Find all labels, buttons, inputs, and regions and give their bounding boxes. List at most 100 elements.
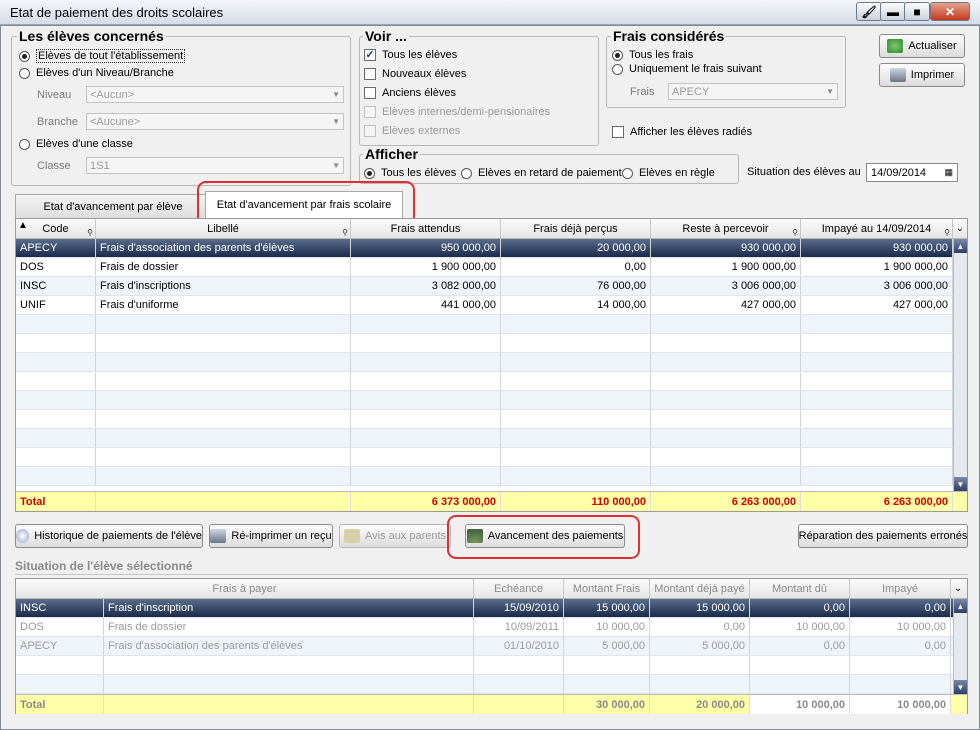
- empty-row: [16, 429, 953, 448]
- cell-montant-frais: 15 000,00: [564, 599, 650, 617]
- opt-tous-frais[interactable]: Tous les frais: [612, 49, 693, 61]
- opt-afficher-tous[interactable]: Tous les élèves: [364, 167, 456, 179]
- opt-frais-suivant[interactable]: Uniquement le frais suivant: [612, 63, 762, 75]
- cell-libelle: Frais de dossier: [104, 618, 474, 636]
- col-frais-percus[interactable]: Frais déjà perçus: [501, 219, 651, 238]
- cell-impaye: 0,00: [850, 637, 951, 655]
- classe-combo[interactable]: 1S1 ▼: [86, 157, 344, 174]
- printer-icon: [210, 529, 227, 543]
- cell-impaye: 3 006 000,00: [801, 277, 953, 295]
- situation-grid-body-wrap: INSC Frais d'inscription 15/09/2010 15 0…: [16, 599, 967, 694]
- table-row[interactable]: INSC Frais d'inscriptions 3 082 000,00 7…: [16, 277, 953, 296]
- eleves-group-title: Les élèves concernés: [17, 28, 166, 44]
- scroll-up-icon[interactable]: ▲: [954, 239, 967, 253]
- opt-eleves-niveau[interactable]: Elèves d'un Niveau/Branche: [19, 67, 174, 79]
- opt-afficher-regle[interactable]: Elèves en règle: [622, 167, 715, 179]
- opt-eleves-etablissement[interactable]: Elèves de tout l'établissement: [19, 49, 186, 63]
- frais-combo[interactable]: APECY ▼: [668, 83, 838, 100]
- scroll-down-icon[interactable]: ▼: [954, 477, 967, 491]
- cell-code: DOS: [16, 618, 104, 636]
- table-row[interactable]: APECY Frais d'association des parents d'…: [16, 239, 953, 258]
- chk-internes[interactable]: Elèves internes/demi-pensionaires: [364, 106, 550, 118]
- tab-par-eleve[interactable]: Etat d'avancement par élève: [15, 194, 211, 218]
- total-empty: [474, 695, 564, 714]
- col-frais-a-payer[interactable]: Frais à payer: [16, 579, 474, 598]
- reimprimer-button[interactable]: Ré-imprimer un reçu: [209, 524, 333, 548]
- refresh-icon: [887, 39, 904, 53]
- table-row[interactable]: DOS Frais de dossier 1 900 000,00 0,00 1…: [16, 258, 953, 277]
- sort-up-icon: ▲: [18, 220, 28, 231]
- highlight-avancement: [447, 515, 640, 559]
- actualiser-button[interactable]: Actualiser: [879, 34, 965, 58]
- col-echeance[interactable]: Echéance: [474, 579, 564, 598]
- col-impaye[interactable]: Impayé au 14/09/2014 ⚲: [801, 219, 953, 238]
- branche-combo[interactable]: <Aucune> ▼: [86, 113, 344, 130]
- situation-date-input[interactable]: 14/09/2014 ▦: [866, 163, 958, 182]
- cell-impaye: 1 900 000,00: [801, 258, 953, 276]
- frais-grid: ▲ Code ⚲ Libellé ⚲ Frais attendus Frais déj…: [15, 218, 968, 512]
- cell-code: APECY: [16, 239, 96, 257]
- chk-afficher-radies[interactable]: Afficher les élèves radiés: [612, 126, 752, 138]
- chk-externes[interactable]: Elèves externes: [364, 125, 460, 137]
- minimize-button[interactable]: ▬: [880, 2, 906, 21]
- niveau-label: Niveau: [37, 89, 72, 101]
- cell-code: INSC: [16, 599, 104, 617]
- chk-tous-eleves[interactable]: ✓ Tous les élèves: [364, 49, 457, 61]
- cell-code: DOS: [16, 258, 96, 276]
- situation-grid-scrollbar[interactable]: ▲ ▼: [953, 599, 967, 694]
- avis-parents-button[interactable]: Avis aux parents: [339, 524, 451, 548]
- col-libelle[interactable]: Libellé ⚲: [96, 219, 351, 238]
- chevron-down-icon: ▼: [332, 90, 340, 99]
- frais-label: Frais: [630, 86, 655, 98]
- cell-montant-paye: 5 000,00: [650, 637, 750, 655]
- maximize-button[interactable]: ■: [904, 2, 930, 21]
- chk-anciens-eleves[interactable]: Anciens élèves: [364, 87, 456, 99]
- cell-code: APECY: [16, 637, 104, 655]
- frais-grid-header: ▲ Code ⚲ Libellé ⚲ Frais attendus Frais déj…: [16, 219, 967, 239]
- col-montant-paye[interactable]: Montant déjà payé: [650, 579, 750, 598]
- total-impaye: 10 000,00: [850, 695, 951, 714]
- check-icon: ✓: [364, 49, 376, 61]
- title-bar: Etat de paiement des droits scolaires 🖌 …: [0, 0, 980, 25]
- empty-row: [16, 467, 953, 486]
- radio-icon: [612, 63, 623, 75]
- table-row[interactable]: DOS Frais de dossier 10/09/2011 10 000,0…: [16, 618, 953, 637]
- cell-libelle: Frais d'inscription: [104, 599, 474, 617]
- brush-icon[interactable]: 🖌: [856, 2, 882, 21]
- cell-echeance: 10/09/2011: [474, 618, 564, 636]
- opt-afficher-retard[interactable]: Elèves en retard de paiement: [461, 167, 622, 179]
- scroll-down-icon[interactable]: ▼: [954, 680, 967, 694]
- cell-code: UNIF: [16, 296, 96, 314]
- imprimer-button[interactable]: Imprimer: [879, 63, 965, 87]
- opt-eleves-classe[interactable]: Elèves d'une classe: [19, 138, 133, 150]
- col-code[interactable]: ▲ Code ⚲: [16, 219, 96, 238]
- historique-button[interactable]: Historique de paiements de l'élève: [15, 524, 203, 548]
- col-reste[interactable]: Reste à percevoir ⚲: [651, 219, 801, 238]
- checkbox-icon: [364, 87, 376, 99]
- situation-label: Situation des élèves au: [747, 166, 861, 178]
- radio-icon: [461, 167, 472, 179]
- frais-grid-scrollbar[interactable]: ▲ ▼: [953, 239, 967, 491]
- table-row[interactable]: INSC Frais d'inscription 15/09/2010 15 0…: [16, 599, 953, 618]
- frais-grid-body-wrap: APECY Frais d'association des parents d'…: [16, 239, 967, 491]
- chk-nouveaux-eleves[interactable]: Nouveaux élèves: [364, 68, 466, 80]
- total-empty: [104, 695, 474, 714]
- checkbox-icon: [364, 125, 376, 137]
- niveau-combo[interactable]: <Aucun> ▼: [86, 86, 344, 103]
- chevron-double-down-icon[interactable]: ⌄: [953, 219, 967, 238]
- table-row[interactable]: APECY Frais d'association des parents d'…: [16, 637, 953, 656]
- chevron-double-down-icon[interactable]: ⌄: [951, 579, 965, 598]
- cell-reste: 427 000,00: [651, 296, 801, 314]
- col-montant-du[interactable]: Montant dû: [750, 579, 850, 598]
- total-reste: 6 263 000,00: [651, 492, 801, 511]
- chevron-down-icon: ▼: [332, 161, 340, 170]
- reparation-button[interactable]: Réparation des paiements erronés: [798, 524, 968, 548]
- chevron-down-icon: ▼: [332, 117, 340, 126]
- col-frais-attendus[interactable]: Frais attendus: [351, 219, 501, 238]
- close-button[interactable]: ✕: [930, 2, 970, 21]
- col-montant-frais[interactable]: Montant Frais: [564, 579, 650, 598]
- col-impaye2[interactable]: Impayé: [850, 579, 951, 598]
- cell-frais-percus: 76 000,00: [501, 277, 651, 295]
- table-row[interactable]: UNIF Frais d'uniforme 441 000,00 14 000,…: [16, 296, 953, 315]
- scroll-up-icon[interactable]: ▲: [954, 599, 967, 613]
